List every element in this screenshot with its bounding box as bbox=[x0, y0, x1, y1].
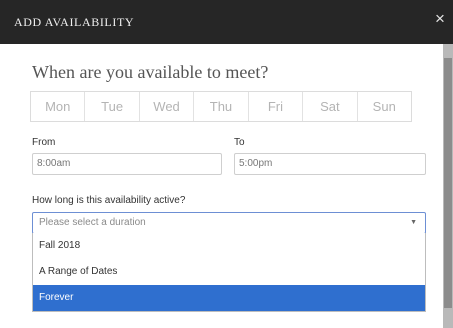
duration-option-range-of-dates[interactable]: A Range of Dates bbox=[33, 259, 425, 285]
duration-dropdown: Fall 2018 A Range of Dates Forever bbox=[32, 233, 426, 312]
day-button-thu[interactable]: Thu bbox=[194, 92, 249, 121]
chevron-down-icon: ▼ bbox=[410, 219, 417, 226]
modal-header: ADD AVAILABILITY × bbox=[0, 0, 453, 44]
duration-label: How long is this availability active? bbox=[32, 195, 186, 206]
availability-question: When are you available to meet? bbox=[32, 62, 269, 82]
to-label: To bbox=[234, 137, 245, 148]
day-button-fri[interactable]: Fri bbox=[249, 92, 304, 121]
day-selector: Mon Tue Wed Thu Fri Sat Sun bbox=[30, 91, 412, 122]
duration-option-fall-2018[interactable]: Fall 2018 bbox=[33, 233, 425, 259]
day-button-sat[interactable]: Sat bbox=[303, 92, 358, 121]
duration-option-forever[interactable]: Forever bbox=[33, 285, 425, 311]
day-button-mon[interactable]: Mon bbox=[31, 92, 86, 121]
close-icon[interactable]: × bbox=[431, 9, 449, 29]
modal-title: ADD AVAILABILITY bbox=[14, 15, 135, 29]
from-time-input[interactable]: 8:00am bbox=[32, 153, 222, 175]
duration-placeholder: Please select a duration bbox=[39, 217, 146, 228]
scrollbar-thumb[interactable] bbox=[444, 58, 452, 308]
from-label: From bbox=[32, 137, 56, 148]
day-button-tue[interactable]: Tue bbox=[85, 92, 140, 121]
scrollbar[interactable] bbox=[443, 44, 453, 328]
duration-select[interactable]: Please select a duration ▼ bbox=[32, 212, 426, 234]
to-time-input[interactable]: 5:00pm bbox=[234, 153, 426, 175]
day-button-sun[interactable]: Sun bbox=[358, 92, 411, 121]
day-button-wed[interactable]: Wed bbox=[140, 92, 195, 121]
